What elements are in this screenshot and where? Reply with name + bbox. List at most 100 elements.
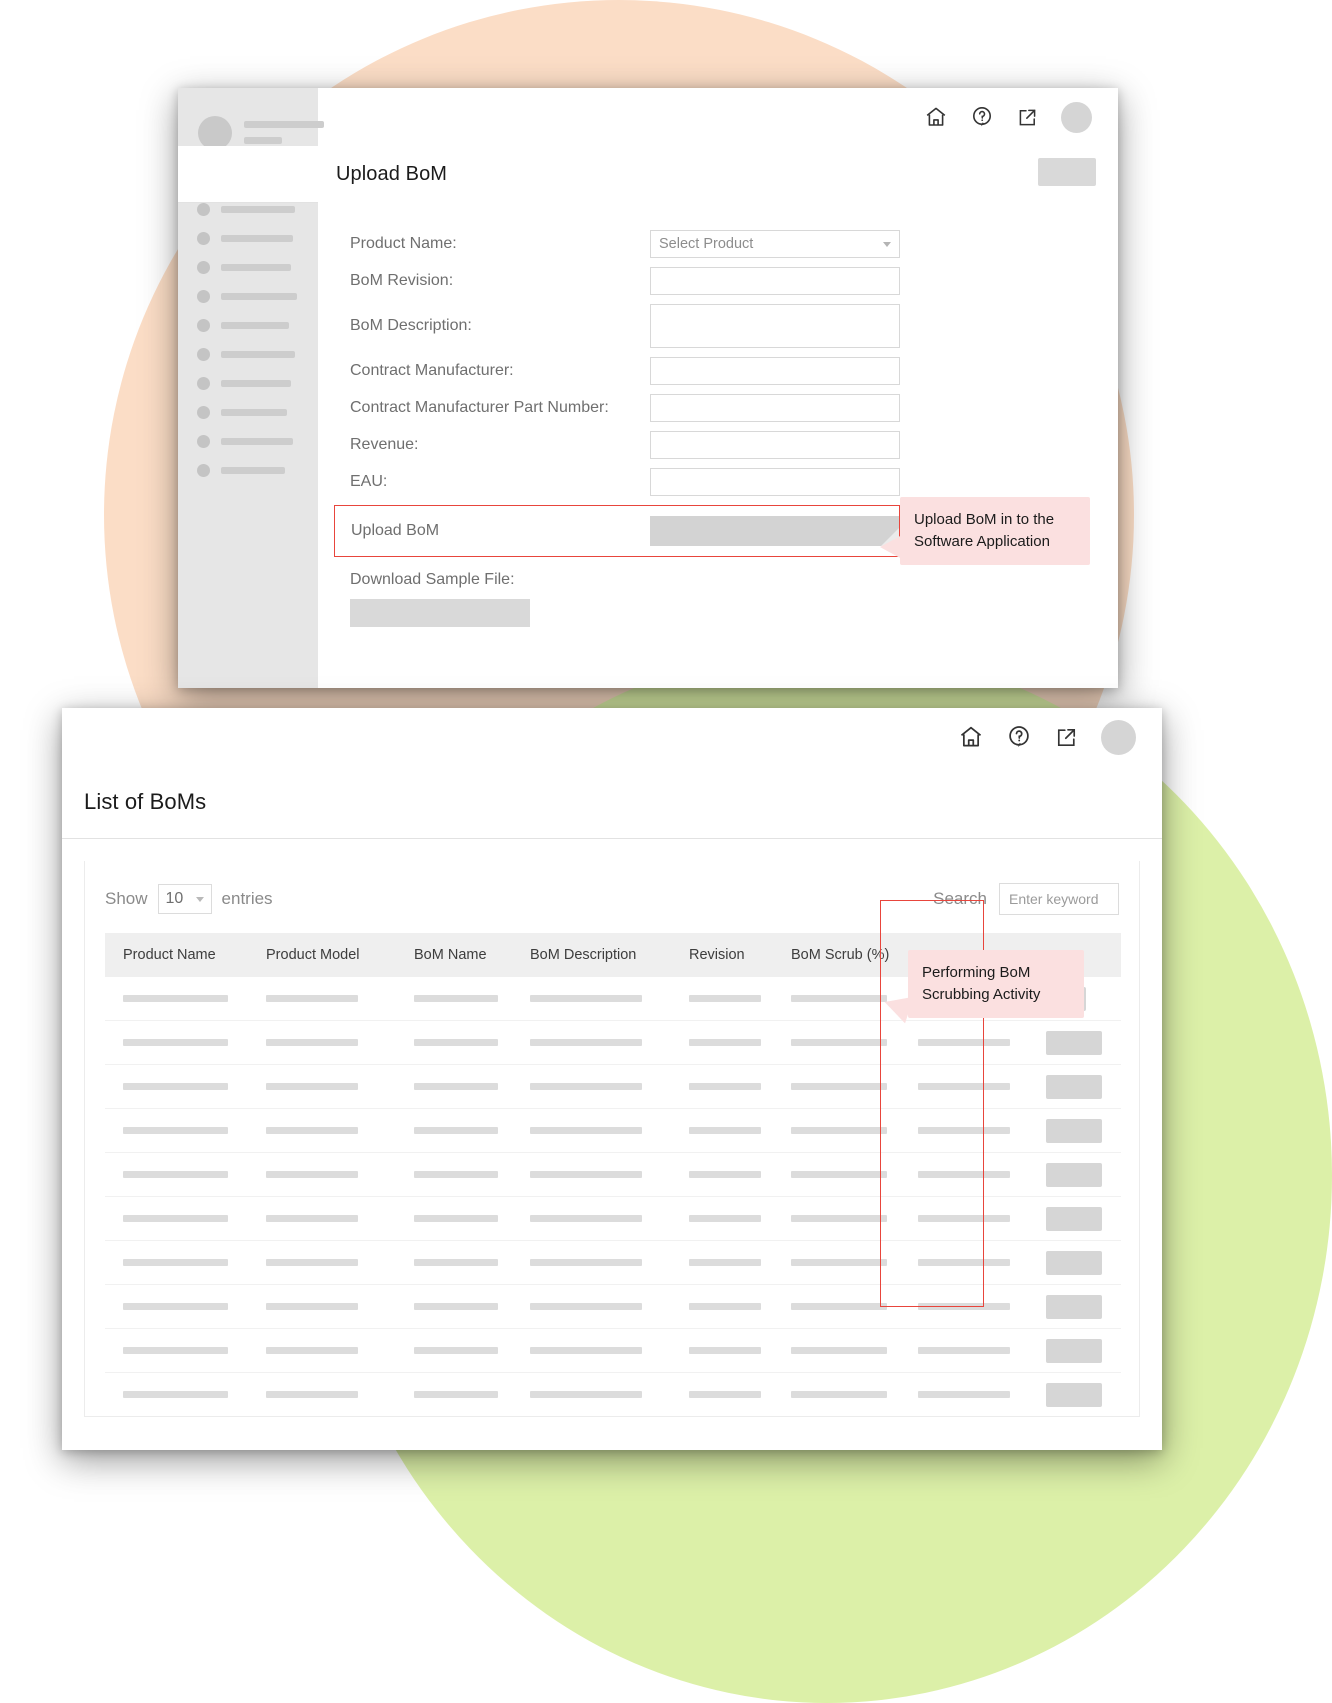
column-header-1[interactable]: Product Name (105, 933, 248, 977)
external-link-icon[interactable] (1016, 106, 1039, 129)
title-action-chip[interactable] (1038, 158, 1096, 186)
upload-bom-filebox[interactable] (649, 516, 899, 546)
column-header-4[interactable]: BoM Description (512, 933, 671, 977)
avatar[interactable] (1061, 101, 1092, 133)
table-row[interactable] (105, 1328, 1121, 1373)
column-header-6[interactable]: BoM Scrub (%) (773, 933, 900, 977)
placeholder-bar (266, 1259, 358, 1266)
table-body (105, 977, 1121, 1416)
row-action-button[interactable] (1046, 1118, 1102, 1143)
table-row[interactable] (105, 1020, 1121, 1065)
table-cell (1028, 1196, 1121, 1241)
sidebar-item-10[interactable] (197, 464, 285, 477)
row-action-button[interactable] (1046, 1074, 1102, 1099)
table-row[interactable] (105, 1064, 1121, 1109)
sidebar-item-bullet-icon (197, 464, 210, 477)
column-header-2[interactable]: Product Model (248, 933, 396, 977)
form-input[interactable] (650, 431, 900, 459)
placeholder-bar (791, 1171, 887, 1178)
form-input[interactable] (650, 357, 900, 385)
sidebar-item-bullet-icon (197, 203, 210, 216)
table-cell (512, 977, 671, 1021)
form-row-1: Product Name: Select Product (350, 230, 1118, 258)
row-action-button[interactable] (1046, 1162, 1102, 1187)
sidebar-profile-lines (244, 116, 324, 144)
download-sample-button[interactable] (350, 599, 530, 627)
placeholder-bar (689, 1171, 761, 1178)
home-icon[interactable] (958, 724, 984, 750)
avatar[interactable] (1101, 719, 1136, 755)
sidebar-item-bullet-icon (197, 348, 210, 361)
table-row[interactable] (105, 1108, 1121, 1153)
sidebar-item-label (221, 293, 297, 300)
row-action-button[interactable] (1046, 1206, 1102, 1231)
placeholder-bar (266, 995, 358, 1002)
row-action-button[interactable] (1046, 1250, 1102, 1275)
sidebar-item-6[interactable] (197, 348, 295, 361)
table-cell (773, 1196, 900, 1241)
placeholder-bar (530, 1039, 642, 1046)
table-cell (512, 1064, 671, 1109)
placeholder-bar (689, 1259, 761, 1266)
placeholder-bar (123, 1171, 228, 1178)
search-input[interactable]: Enter keyword (999, 883, 1119, 915)
table-cell (900, 1196, 1028, 1241)
row-action-button[interactable] (1046, 1294, 1102, 1319)
placeholder-bar (266, 1391, 358, 1398)
table-cell (1028, 1152, 1121, 1197)
table-cell (396, 1328, 512, 1373)
form-label: Contract Manufacturer: (350, 362, 514, 379)
row-action-button[interactable] (1046, 1030, 1102, 1055)
row-action-button[interactable] (1046, 1338, 1102, 1363)
row-action-button[interactable] (1046, 1382, 1102, 1407)
sidebar-avatar (198, 116, 232, 150)
form-row-7: EAU: (350, 468, 1118, 496)
external-link-icon[interactable] (1054, 725, 1079, 750)
home-icon[interactable] (924, 105, 948, 129)
sidebar-item-label (221, 322, 289, 329)
table-cell (512, 1152, 671, 1197)
sidebar-item-8[interactable] (197, 406, 287, 419)
table-row[interactable] (105, 1284, 1121, 1329)
placeholder-bar (266, 1347, 358, 1354)
placeholder-bar (414, 1215, 498, 1222)
sidebar-item-bullet-icon (197, 435, 210, 448)
table-row[interactable] (105, 1152, 1121, 1197)
sidebar-item-5[interactable] (197, 319, 289, 332)
help-icon[interactable] (1006, 724, 1032, 750)
table-row[interactable] (105, 1196, 1121, 1241)
form-input[interactable] (650, 304, 900, 348)
column-header-3[interactable]: BoM Name (396, 933, 512, 977)
upload-bom-highlight-row[interactable]: Upload BoM (334, 505, 900, 557)
product-name-select[interactable]: Select Product (650, 230, 900, 258)
help-icon[interactable] (970, 105, 994, 129)
form-input[interactable] (650, 267, 900, 295)
table-cell (671, 1152, 773, 1197)
sidebar-item-3[interactable] (197, 261, 291, 274)
form-label: Product Name: (350, 235, 457, 252)
placeholder-bar (918, 1039, 1010, 1046)
form-row-2: BoM Revision: (350, 267, 1118, 295)
sidebar-item-1[interactable] (197, 203, 295, 216)
table-cell (248, 1152, 396, 1197)
placeholder-bar (414, 1171, 498, 1178)
form-input[interactable] (650, 468, 900, 496)
sidebar-item-label (221, 264, 291, 271)
placeholder-bar (123, 1039, 228, 1046)
sidebar-item-4[interactable] (197, 290, 297, 303)
table-cell (900, 1108, 1028, 1153)
table-row[interactable] (105, 1240, 1121, 1285)
sidebar-item-label (221, 438, 293, 445)
table-cell (900, 1328, 1028, 1373)
form-input[interactable] (650, 394, 900, 422)
sidebar-item-7[interactable] (197, 377, 291, 390)
sidebar-item-2[interactable] (197, 232, 293, 245)
table-cell (671, 1108, 773, 1153)
sidebar-item-9[interactable] (197, 435, 293, 448)
table-row[interactable] (105, 1372, 1121, 1416)
placeholder-bar (123, 995, 228, 1002)
sidebar-item-bullet-icon (197, 377, 210, 390)
column-header-5[interactable]: Revision (671, 933, 773, 977)
page-title: List of BoMs (84, 789, 207, 814)
entries-select[interactable]: 10 (157, 884, 212, 914)
